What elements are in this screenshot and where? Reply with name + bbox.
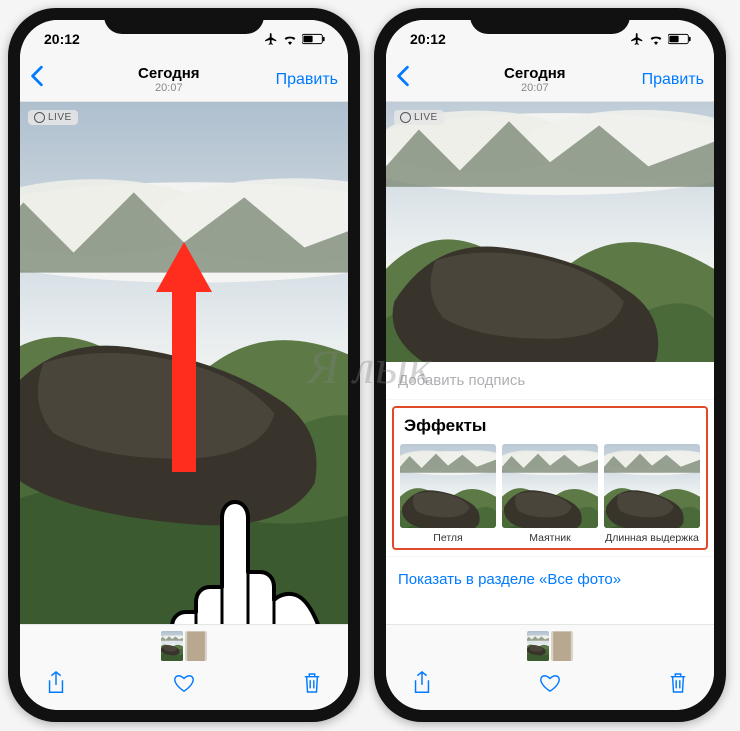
airplane-icon xyxy=(630,32,644,46)
thumbnail[interactable] xyxy=(185,631,207,661)
share-button[interactable] xyxy=(408,669,436,697)
share-icon xyxy=(412,671,432,695)
wifi-icon xyxy=(282,33,298,45)
battery-icon xyxy=(302,33,326,45)
nav-bar: Сегодня 20:07 Править xyxy=(20,58,348,102)
phone-left: 20:12 Сегодня 20:07 Править LIVE xyxy=(8,8,360,722)
thumbnail-strip[interactable] xyxy=(20,625,348,663)
chevron-left-icon xyxy=(30,65,44,87)
edit-button[interactable]: Править xyxy=(276,71,338,89)
thumbnail[interactable] xyxy=(161,631,183,661)
effect-label: Петля xyxy=(400,528,496,544)
thumbnail[interactable] xyxy=(551,631,573,661)
swipe-up-arrow-icon xyxy=(156,242,212,472)
edit-button[interactable]: Править xyxy=(642,71,704,89)
wifi-icon xyxy=(648,33,664,45)
show-all-photos-link[interactable]: Показать в разделе «Все фото» xyxy=(386,556,714,602)
effect-thumb-icon xyxy=(400,444,496,528)
share-button[interactable] xyxy=(42,669,70,697)
chevron-left-icon xyxy=(396,65,410,87)
battery-icon xyxy=(668,33,692,45)
nav-title-text: Сегодня xyxy=(504,65,566,82)
photo-preview[interactable]: LIVE xyxy=(386,102,714,362)
thumbnail-strip[interactable] xyxy=(386,625,714,663)
page-title: Сегодня 20:07 xyxy=(138,65,200,94)
page-title: Сегодня 20:07 xyxy=(504,65,566,94)
like-button[interactable] xyxy=(536,669,564,697)
effect-thumb-icon xyxy=(604,444,700,528)
bottom-toolbar xyxy=(386,624,714,710)
effect-label: Длинная выдержка xyxy=(604,528,700,544)
trash-icon xyxy=(669,672,687,694)
effect-loop[interactable]: Петля xyxy=(400,444,496,544)
status-time: 20:12 xyxy=(410,31,446,47)
back-button[interactable] xyxy=(396,65,428,94)
status-icons xyxy=(264,32,326,46)
effects-title: Эффекты xyxy=(400,414,700,444)
nav-subtitle: 20:07 xyxy=(138,82,200,94)
trash-icon xyxy=(303,672,321,694)
nav-title-text: Сегодня xyxy=(138,65,200,82)
live-badge: LIVE xyxy=(28,110,78,125)
caption-input[interactable]: Добавить подпись xyxy=(386,362,714,400)
share-icon xyxy=(46,671,66,695)
live-badge: LIVE xyxy=(394,110,444,125)
status-time: 20:12 xyxy=(44,31,80,47)
bottom-toolbar xyxy=(20,624,348,710)
photo-viewport[interactable]: LIVE Сдвиньте экран вверх xyxy=(20,102,348,624)
effects-section: Эффекты Петля Маятник Длинная выдержк xyxy=(392,406,708,550)
airplane-icon xyxy=(264,32,278,46)
like-button[interactable] xyxy=(170,669,198,697)
nav-subtitle: 20:07 xyxy=(504,82,566,94)
status-icons xyxy=(630,32,692,46)
back-button[interactable] xyxy=(30,65,62,94)
finger-gesture-icon xyxy=(140,492,330,624)
live-photo xyxy=(386,102,714,362)
effect-label: Маятник xyxy=(502,528,598,544)
thumbnail[interactable] xyxy=(527,631,549,661)
caption-placeholder: Добавить подпись xyxy=(398,372,525,389)
live-badge-text: LIVE xyxy=(414,112,438,123)
heart-icon xyxy=(173,673,195,693)
nav-bar: Сегодня 20:07 Править xyxy=(386,58,714,102)
effect-long-exposure[interactable]: Длинная выдержка xyxy=(604,444,700,544)
notch xyxy=(104,8,264,34)
heart-icon xyxy=(539,673,561,693)
effect-thumb-icon xyxy=(502,444,598,528)
effect-bounce[interactable]: Маятник xyxy=(502,444,598,544)
phone-right: 20:12 Сегодня 20:07 Править xyxy=(374,8,726,722)
notch xyxy=(470,8,630,34)
live-badge-text: LIVE xyxy=(48,112,72,123)
trash-button[interactable] xyxy=(664,669,692,697)
trash-button[interactable] xyxy=(298,669,326,697)
